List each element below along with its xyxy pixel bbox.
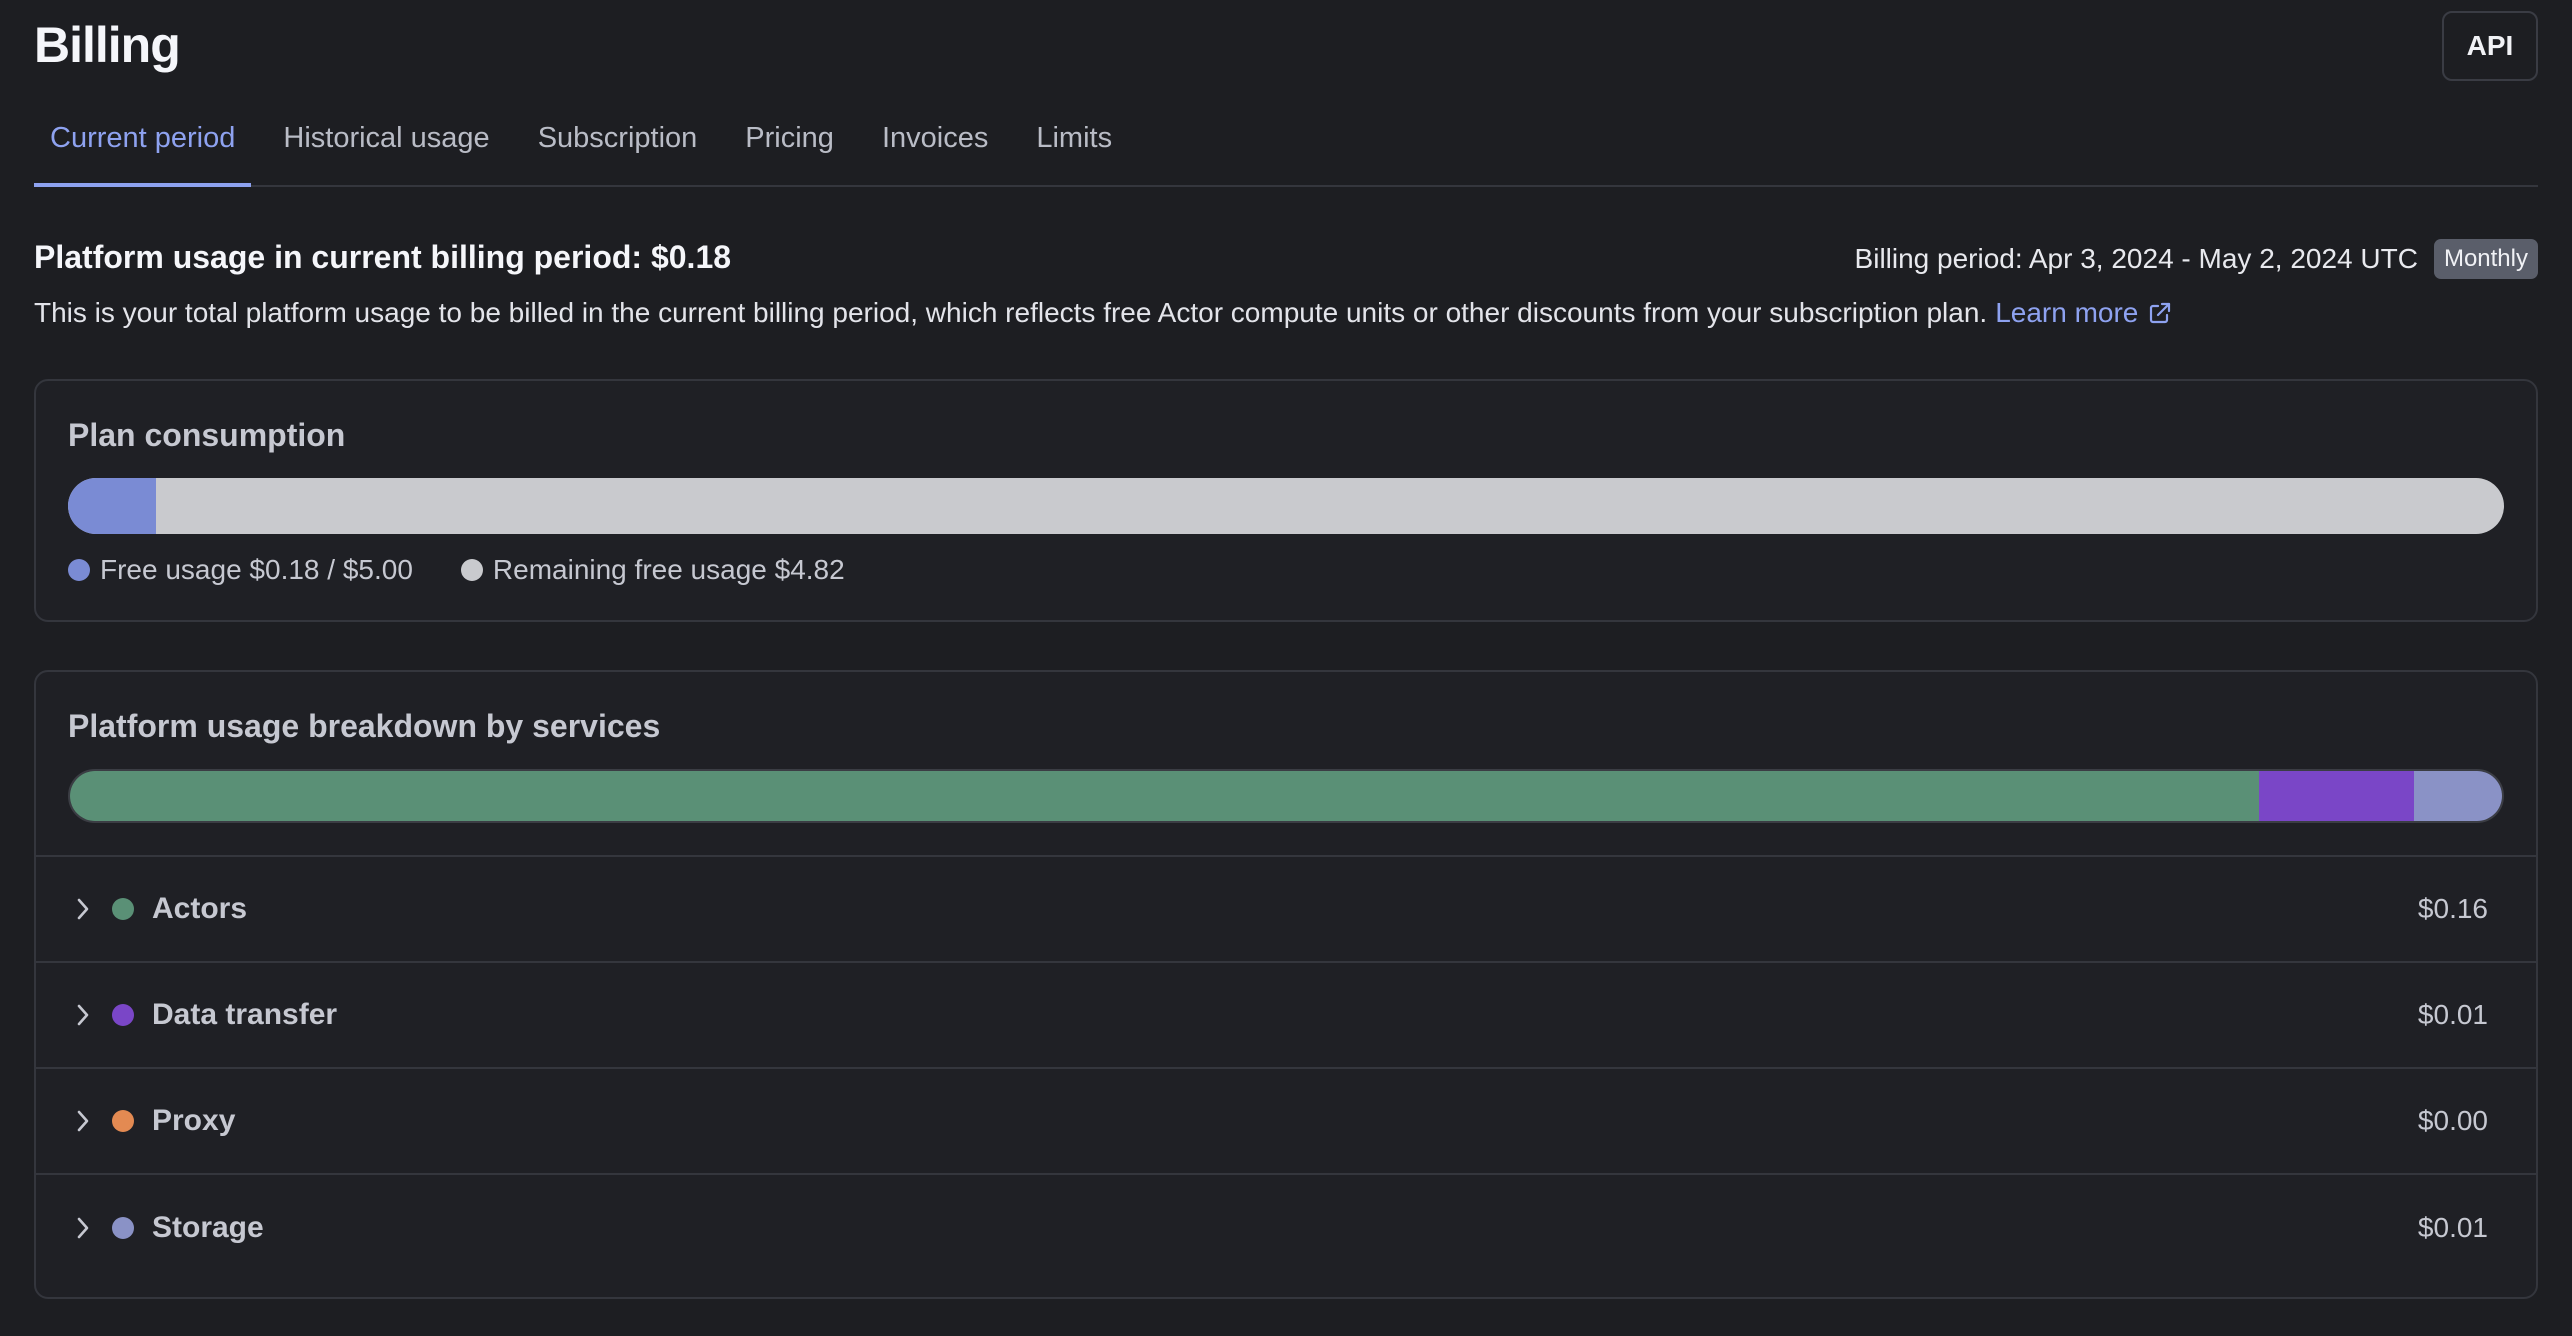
usage-description: This is your total platform usage to be … — [34, 297, 2538, 329]
chevron-right-icon[interactable] — [72, 1213, 94, 1243]
service-row-data-transfer[interactable]: Data transfer $0.01 — [36, 963, 2536, 1069]
learn-more-label: Learn more — [1995, 297, 2139, 328]
api-button[interactable]: API — [2442, 11, 2538, 81]
service-color-dot — [112, 1217, 134, 1239]
billing-period-text: Billing period: Apr 3, 2024 - May 2, 202… — [1854, 243, 2418, 274]
service-row-proxy[interactable]: Proxy $0.00 — [36, 1069, 2536, 1175]
free-usage-label: Free usage $0.18 / $5.00 — [100, 554, 413, 585]
remaining-usage-label: Remaining free usage $4.82 — [492, 554, 845, 585]
service-color-dot — [112, 1004, 134, 1026]
billing-page: Billing API Current period Historical us… — [0, 0, 2572, 1336]
segment-actors — [70, 771, 2259, 821]
service-name: Actors — [152, 892, 248, 925]
usage-title: Platform usage in current billing period… — [34, 239, 732, 275]
service-amount: $0.16 — [2417, 893, 2488, 924]
external-link-icon — [2150, 302, 2171, 324]
service-amount: $0.01 — [2417, 1212, 2488, 1243]
services-breakdown-title: Platform usage breakdown by services — [68, 708, 661, 744]
learn-more-link[interactable]: Learn more — [1995, 297, 2172, 329]
plan-consumption-bar — [68, 478, 2504, 534]
tab-historical-usage[interactable]: Historical usage — [267, 92, 505, 185]
services-breakdown-header: Platform usage breakdown by services — [36, 672, 2536, 857]
usage-description-text: This is your total platform usage to be … — [34, 297, 1988, 328]
service-amount: $0.00 — [2417, 1105, 2488, 1136]
tab-current-period[interactable]: Current period — [34, 92, 252, 187]
service-color-dot — [112, 898, 134, 920]
plan-legend: Free usage $0.18 / $5.00 Remaining free … — [68, 554, 2504, 586]
chevron-right-icon[interactable] — [72, 1106, 94, 1136]
chevron-right-icon[interactable] — [72, 1000, 94, 1030]
segment-storage — [2414, 771, 2502, 821]
plan-consumption-card: Plan consumption Free usage $0.18 / $5.0… — [34, 379, 2538, 622]
billing-tabs: Current period Historical usage Subscrip… — [34, 92, 2538, 187]
services-list: Actors $0.16 Data transfer $0.01 Proxy $0.00 S… — [36, 857, 2536, 1281]
service-amount: $0.01 — [2417, 999, 2488, 1030]
plan-consumption-title: Plan consumption — [68, 417, 346, 453]
legend-free-usage: Free usage $0.18 / $5.00 — [68, 554, 413, 586]
billing-period: Billing period: Apr 3, 2024 - May 2, 202… — [1855, 239, 2538, 279]
services-breakdown-bar — [68, 769, 2504, 823]
period-badge: Monthly — [2433, 239, 2538, 279]
page-header: Billing API — [34, 0, 2538, 92]
tab-subscription[interactable]: Subscription — [522, 92, 714, 185]
plan-consumption-fill — [68, 478, 156, 534]
service-name: Data transfer — [152, 998, 338, 1031]
page-title: Billing — [34, 17, 181, 73]
remaining-usage-dot — [460, 559, 483, 581]
service-color-dot — [112, 1110, 134, 1132]
free-usage-dot — [68, 559, 90, 581]
legend-remaining-usage: Remaining free usage $4.82 — [460, 554, 845, 586]
tab-pricing[interactable]: Pricing — [729, 92, 850, 185]
service-row-actors[interactable]: Actors $0.16 — [36, 857, 2536, 963]
segment-data-transfer — [2258, 771, 2415, 821]
tab-limits[interactable]: Limits — [1020, 92, 1128, 185]
chevron-right-icon[interactable] — [72, 894, 94, 924]
service-name: Storage — [152, 1211, 264, 1244]
service-name: Proxy — [152, 1104, 236, 1137]
service-row-storage[interactable]: Storage $0.01 — [36, 1175, 2536, 1281]
services-breakdown-card: Platform usage breakdown by services Act… — [34, 670, 2538, 1299]
tab-invoices[interactable]: Invoices — [866, 92, 1004, 185]
usage-header: Platform usage in current billing period… — [34, 239, 2538, 279]
